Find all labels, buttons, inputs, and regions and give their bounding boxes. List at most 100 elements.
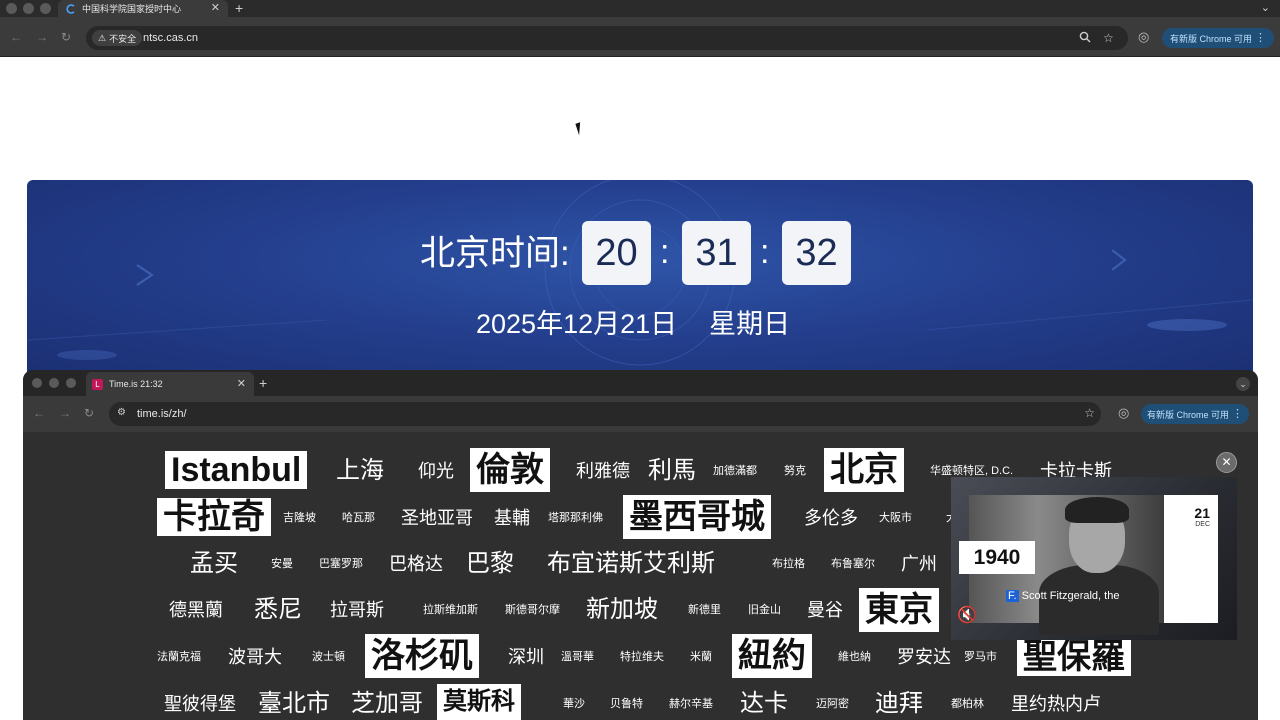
city-link-sao-paulo[interactable]: 聖保羅: [1017, 638, 1131, 676]
city-link-toronto[interactable]: 多伦多: [804, 506, 858, 530]
city-link-kuala-lumpur[interactable]: 吉隆坡: [283, 510, 316, 526]
city-link-rio-de-janeiro[interactable]: 里约热内卢: [1011, 692, 1101, 716]
city-link-st-petersburg[interactable]: 聖彼得堡: [164, 692, 236, 716]
city-link-lima[interactable]: 利馬: [648, 456, 696, 486]
city-link-las-vegas[interactable]: 拉斯维加斯: [423, 602, 478, 618]
city-link-taipei[interactable]: 臺北市: [258, 688, 330, 720]
profile-icon[interactable]: ◎: [1118, 406, 1129, 420]
city-link-bangkok[interactable]: 曼谷: [807, 598, 843, 622]
city-link-sydney[interactable]: 悉尼: [254, 594, 302, 626]
city-link-moscow[interactable]: 莫斯科: [437, 684, 521, 720]
chrome-update-button[interactable]: 有新版 Chrome 可用 ⋮: [1162, 28, 1274, 48]
forward-arrow-icon[interactable]: →: [36, 31, 48, 43]
city-link-singapore[interactable]: 新加坡: [586, 594, 658, 626]
city-link-shenzhen[interactable]: 深圳: [508, 645, 544, 669]
city-link-shanghai[interactable]: 上海: [336, 453, 384, 489]
city-link-yangon[interactable]: 仰光: [418, 459, 454, 483]
zoom-magnifier-icon[interactable]: [1079, 31, 1091, 46]
close-window-button[interactable]: [32, 378, 42, 388]
pip-close-icon[interactable]: ✕: [1216, 452, 1237, 473]
tab-search-chevron-icon[interactable]: ⌄: [1236, 377, 1250, 391]
city-link-los-angeles[interactable]: 洛杉矶: [365, 634, 479, 678]
back-arrow-icon[interactable]: ←: [10, 31, 22, 43]
city-link-london[interactable]: 倫敦: [470, 448, 550, 492]
city-link-tehran[interactable]: 德黑蘭: [169, 598, 223, 622]
city-link-prague[interactable]: 布拉格: [772, 556, 805, 572]
city-link-boston[interactable]: 波士頓: [312, 649, 345, 665]
bookmark-star-icon[interactable]: ☆: [1103, 31, 1114, 45]
picture-in-picture-video[interactable]: 21 DEC 1940 F. Scott Fitzgerald, the 🔇: [951, 477, 1237, 640]
city-link-buenos-aires[interactable]: 布宜诺斯艾利斯: [547, 547, 715, 581]
tab-timeis[interactable]: L Time.is 21:32 ✕: [86, 372, 254, 396]
zoom-window-button[interactable]: [66, 378, 76, 388]
tab-title: 中国科学院国家授时中心: [82, 4, 182, 14]
tab-close-icon[interactable]: ✕: [211, 2, 220, 15]
new-tab-icon[interactable]: +: [235, 0, 243, 17]
chrome-update-button[interactable]: 有新版 Chrome 可用 ⋮: [1141, 404, 1249, 424]
city-link-paris[interactable]: 巴黎: [466, 547, 514, 581]
tab-close-icon[interactable]: ✕: [237, 377, 246, 390]
city-link-new-delhi[interactable]: 新德里: [688, 602, 721, 618]
city-link-vienna[interactable]: 維也納: [838, 649, 871, 665]
city-link-rome[interactable]: 罗马市: [964, 649, 997, 665]
city-link-osaka[interactable]: 大阪市: [879, 510, 912, 526]
city-link-vancouver[interactable]: 溫哥華: [561, 649, 594, 665]
city-link-istanbul[interactable]: Istanbul: [165, 451, 308, 489]
city-link-bogota[interactable]: 波哥大: [228, 645, 282, 669]
city-link-nuuk[interactable]: 努克: [784, 463, 806, 479]
city-link-chicago[interactable]: 芝加哥: [351, 688, 423, 720]
city-link-helsinki[interactable]: 赫尔辛基: [669, 696, 713, 712]
reload-icon[interactable]: ↻: [84, 407, 94, 419]
minimize-window-button[interactable]: [49, 378, 59, 388]
minimize-window-button[interactable]: [23, 3, 34, 14]
city-link-dublin[interactable]: 都柏林: [951, 696, 984, 712]
tab-ntsc[interactable]: 中国科学院国家授时中心 ✕: [58, 0, 228, 17]
tab-search-chevron-icon[interactable]: ⌄: [1261, 1, 1270, 14]
city-link-dubai[interactable]: 迪拜: [875, 688, 923, 720]
city-link-antananarivo[interactable]: 塔那那利佛: [548, 510, 603, 526]
city-link-havana[interactable]: 哈瓦那: [342, 510, 375, 526]
city-link-santiago[interactable]: 圣地亚哥: [401, 506, 473, 530]
security-indicator[interactable]: ⚠ 不安全: [92, 30, 143, 46]
city-link-amman[interactable]: 安曼: [271, 556, 293, 572]
mute-speaker-icon[interactable]: 🔇: [957, 605, 977, 625]
city-link-milan[interactable]: 米蘭: [690, 649, 712, 665]
city-link-tel-aviv[interactable]: 特拉维夫: [620, 649, 664, 665]
city-link-luanda[interactable]: 罗安达: [897, 645, 951, 669]
city-link-warsaw[interactable]: 華沙: [563, 696, 585, 712]
city-link-karachi[interactable]: 卡拉奇: [157, 498, 271, 536]
city-link-lagos[interactable]: 拉哥斯: [330, 597, 384, 623]
city-link-stockholm[interactable]: 斯德哥尔摩: [505, 602, 560, 618]
city-link-frankfurt[interactable]: 法蘭克福: [157, 649, 201, 665]
city-link-baghdad[interactable]: 巴格达: [389, 552, 443, 576]
city-link-kyiv[interactable]: 基輔: [494, 506, 530, 530]
new-tab-icon[interactable]: +: [259, 373, 267, 393]
city-link-dhaka[interactable]: 达卡: [740, 688, 788, 720]
site-settings-icon[interactable]: ⚙: [117, 407, 126, 418]
back-arrow-icon[interactable]: ←: [33, 407, 45, 419]
bookmark-star-icon[interactable]: ☆: [1084, 406, 1095, 420]
city-link-beirut[interactable]: 贝鲁特: [610, 696, 643, 712]
address-bar[interactable]: ⚠ 不安全 ntsc.cas.cn ☆: [86, 26, 1128, 50]
close-window-button[interactable]: [6, 3, 17, 14]
city-link-beijing[interactable]: 北京: [824, 448, 904, 492]
city-link-mexico-city[interactable]: 墨西哥城: [623, 495, 771, 539]
zoom-window-button[interactable]: [40, 3, 51, 14]
city-link-riyadh[interactable]: 利雅德: [576, 459, 630, 483]
city-link-brussels[interactable]: 布鲁塞尔: [831, 556, 875, 572]
city-link-guangzhou[interactable]: 广州: [901, 552, 937, 576]
more-menu-icon[interactable]: ⋮: [1255, 31, 1266, 44]
city-link-kathmandu[interactable]: 加德滿都: [713, 463, 757, 479]
city-link-miami[interactable]: 迈阿密: [816, 696, 849, 712]
city-link-san-francisco[interactable]: 旧金山: [748, 602, 781, 618]
city-link-tokyo[interactable]: 東京: [859, 588, 939, 632]
more-menu-icon[interactable]: ⋮: [1232, 407, 1243, 420]
address-bar[interactable]: ⚙ time.is/zh/ ☆: [109, 402, 1101, 426]
seconds-display: 32: [782, 221, 851, 285]
city-link-mumbai[interactable]: 孟买: [190, 547, 238, 581]
forward-arrow-icon[interactable]: →: [59, 407, 71, 419]
reload-icon[interactable]: ↻: [61, 31, 71, 43]
city-link-barcelona[interactable]: 巴塞罗那: [319, 556, 363, 572]
profile-icon[interactable]: ◎: [1138, 30, 1149, 44]
city-link-new-york[interactable]: 紐約: [732, 634, 812, 678]
